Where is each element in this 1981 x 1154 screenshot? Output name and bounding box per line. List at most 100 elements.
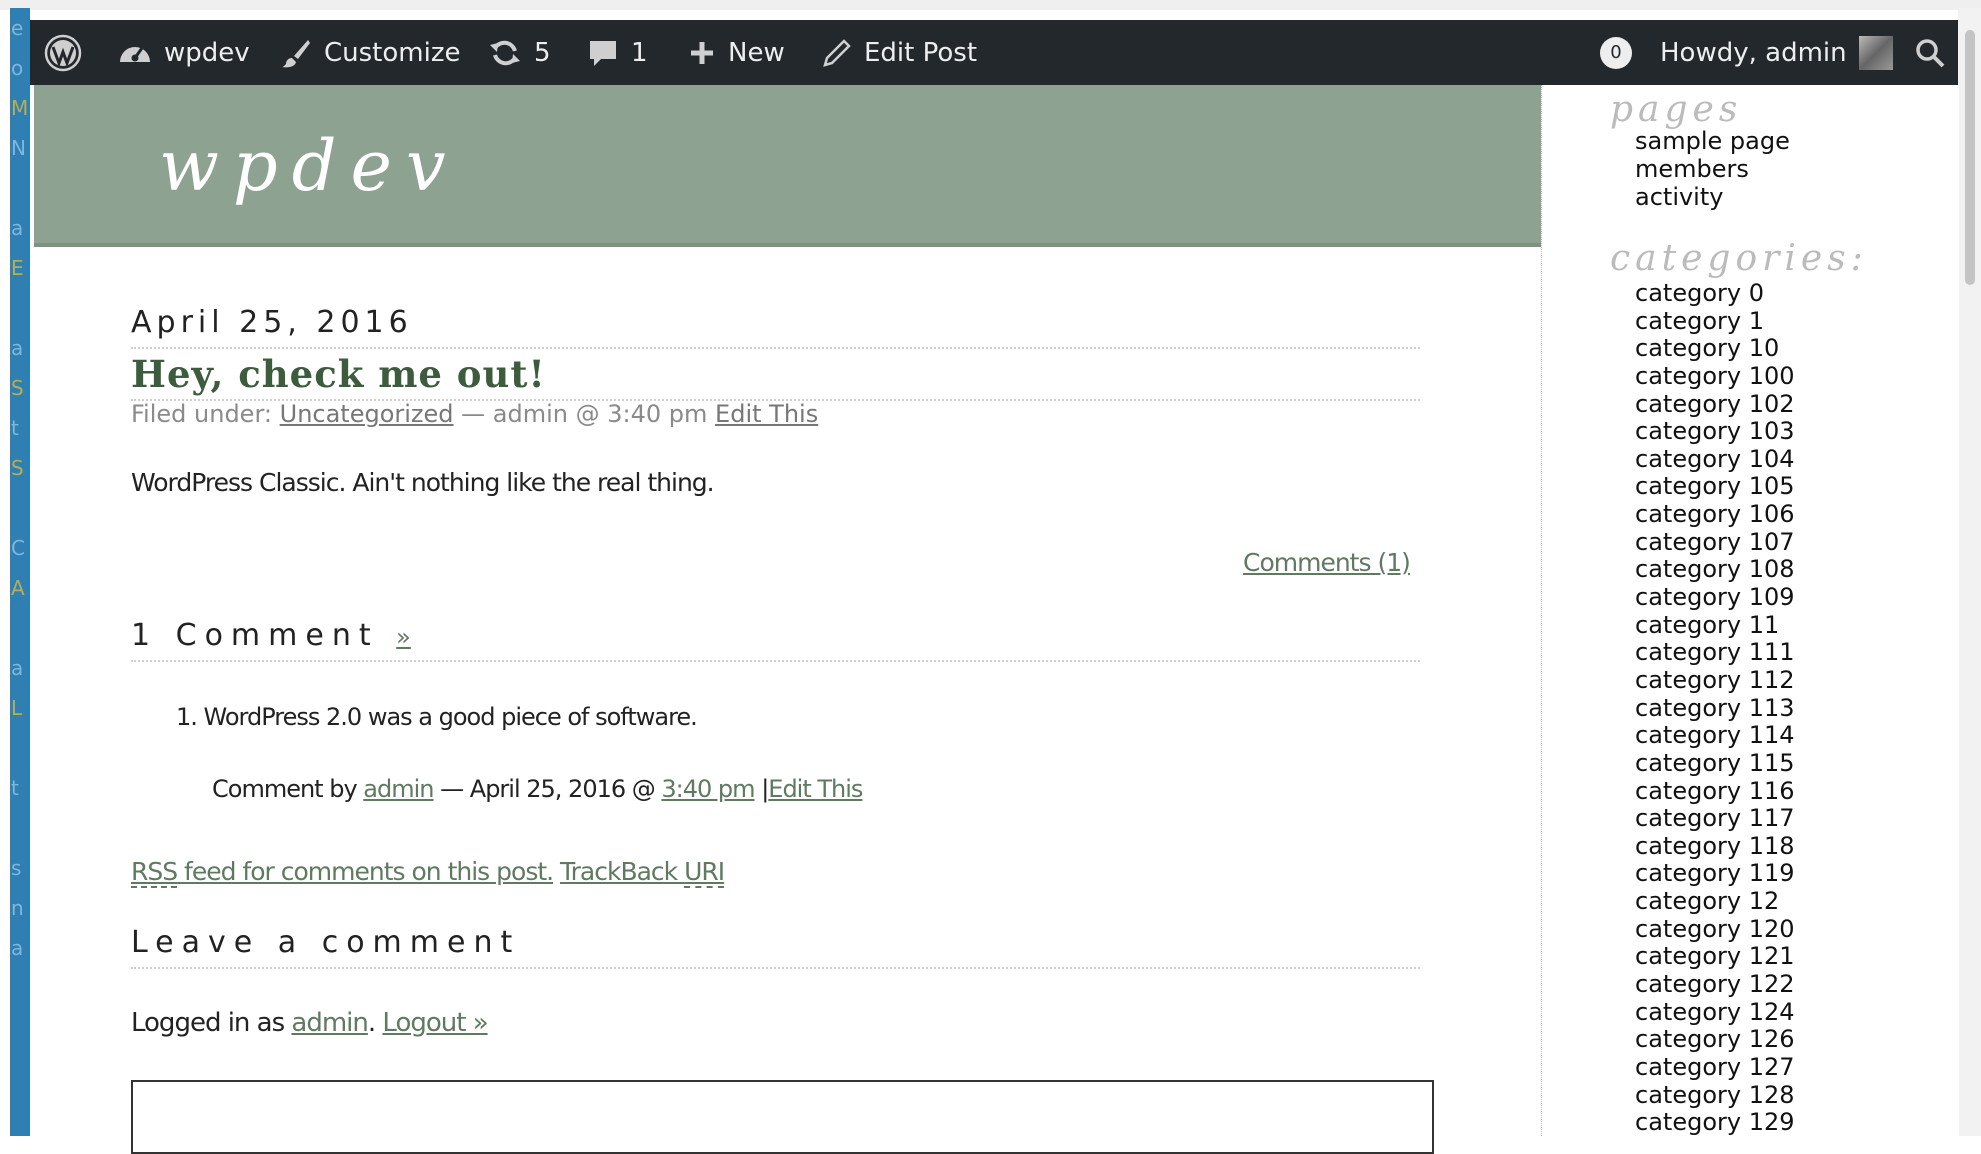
post-content: WordPress Classic. Ain't nothing like th… bbox=[131, 468, 715, 497]
category-link[interactable]: category 114 bbox=[1635, 722, 1795, 750]
category-link[interactable]: category 1 bbox=[1635, 307, 1795, 336]
notification-badge: 0 bbox=[1600, 36, 1632, 69]
post-meta: Filed under: Uncategorized — admin @ 3:4… bbox=[131, 400, 818, 428]
edit-post-link[interactable]: Edit This bbox=[715, 400, 818, 428]
comments-heading-text: 1 Comment bbox=[131, 618, 379, 653]
site-name-label: wpdev bbox=[164, 37, 250, 68]
rss-abbr: RSS bbox=[131, 857, 178, 888]
category-link[interactable]: category 10 bbox=[1635, 335, 1795, 363]
customize-menu[interactable]: Customize bbox=[280, 20, 460, 85]
comments-menu[interactable]: 1 bbox=[587, 20, 648, 85]
pages-list: sample page members activity bbox=[1635, 127, 1790, 211]
comment-time-link[interactable]: 3:40 pm bbox=[661, 775, 755, 803]
filed-under-label: Filed under: bbox=[131, 400, 272, 428]
brush-icon bbox=[282, 39, 310, 67]
page-scrollbar[interactable] bbox=[1958, 8, 1981, 1136]
post-title[interactable]: Hey, check me out! bbox=[131, 352, 546, 396]
leave-comment-heading: Leave a comment bbox=[131, 925, 521, 960]
category-link[interactable]: Uncategorized bbox=[280, 400, 454, 428]
respond-divider bbox=[131, 967, 1420, 969]
comments-count: 1 bbox=[631, 37, 648, 68]
category-link[interactable]: category 112 bbox=[1635, 667, 1795, 695]
category-link[interactable]: category 126 bbox=[1635, 1026, 1795, 1054]
pencil-icon bbox=[823, 38, 851, 67]
categories-list: category 0 category 1 category 10 category … bbox=[1635, 280, 1795, 1136]
site-name-menu[interactable]: wpdev bbox=[118, 20, 250, 85]
notifications-menu[interactable]: 0 bbox=[1600, 20, 1632, 85]
comment-author-link[interactable]: admin bbox=[363, 775, 434, 803]
category-link[interactable]: category 127 bbox=[1635, 1054, 1795, 1082]
admin-bar: wpdev Customize 5 1 New Edit Post 0 Howd… bbox=[30, 20, 1958, 85]
category-link[interactable]: category 108 bbox=[1635, 556, 1795, 584]
avatar bbox=[1858, 35, 1893, 70]
post-byline: — admin @ 3:40 pm bbox=[461, 400, 708, 428]
comments-link-text[interactable]: Comments (1) bbox=[1243, 548, 1411, 577]
comment-bubble-icon bbox=[590, 40, 616, 66]
category-link[interactable]: category 124 bbox=[1635, 998, 1795, 1027]
background-window-strip: eoMN aE aStS CA aL t sna bbox=[10, 8, 30, 1136]
scrollbar-thumb[interactable] bbox=[1965, 30, 1975, 285]
category-link[interactable]: category 106 bbox=[1635, 501, 1795, 529]
categories-heading: categories: bbox=[1610, 238, 1868, 279]
category-link[interactable]: category 115 bbox=[1635, 750, 1795, 778]
logged-in-label: Logged in as bbox=[131, 1008, 285, 1038]
category-link[interactable]: category 109 bbox=[1635, 584, 1795, 612]
category-link[interactable]: category 120 bbox=[1635, 915, 1795, 944]
comment-textarea[interactable] bbox=[131, 1080, 1434, 1154]
logged-in-line: Logged in as admin. Logout » bbox=[131, 1008, 489, 1038]
my-account-menu[interactable]: Howdy, admin bbox=[1660, 20, 1893, 85]
wordpress-logo-menu[interactable] bbox=[44, 20, 82, 85]
category-link[interactable]: category 11 bbox=[1635, 611, 1795, 640]
category-link[interactable]: category 111 bbox=[1635, 639, 1795, 667]
category-link[interactable]: category 121 bbox=[1635, 943, 1795, 971]
comment-date: — April 25, 2016 @ bbox=[440, 775, 656, 803]
comment-number: 1. bbox=[176, 703, 198, 731]
site-title[interactable]: wpdev bbox=[159, 125, 460, 207]
comments-rss-link[interactable]: RSS feed for comments on this post. bbox=[131, 857, 554, 888]
updates-count: 5 bbox=[534, 37, 551, 68]
trackback-link[interactable]: TrackBack URI bbox=[560, 857, 725, 888]
category-link[interactable]: category 118 bbox=[1635, 832, 1795, 861]
category-link[interactable]: category 100 bbox=[1635, 363, 1795, 391]
category-link[interactable]: category 117 bbox=[1635, 805, 1795, 833]
window-top-edge bbox=[0, 0, 1981, 10]
date-divider bbox=[131, 347, 1420, 349]
page-link[interactable]: members bbox=[1635, 155, 1790, 183]
category-link[interactable]: category 12 bbox=[1635, 888, 1795, 916]
category-link[interactable]: category 105 bbox=[1635, 473, 1795, 501]
category-link[interactable]: category 128 bbox=[1635, 1081, 1795, 1110]
comment-meta: Comment by admin — April 25, 2016 @ 3:40… bbox=[212, 775, 863, 803]
logout-link[interactable]: Logout » bbox=[382, 1008, 488, 1038]
customize-label: Customize bbox=[324, 37, 461, 68]
category-link[interactable]: category 0 bbox=[1635, 280, 1795, 308]
category-link[interactable]: category 116 bbox=[1635, 777, 1795, 806]
new-content-menu[interactable]: New bbox=[688, 20, 785, 85]
category-link[interactable]: category 104 bbox=[1635, 446, 1795, 474]
category-link[interactable]: category 113 bbox=[1635, 694, 1795, 723]
rss-link-text: feed for comments on this post. bbox=[177, 857, 554, 886]
updates-menu[interactable]: 5 bbox=[488, 20, 551, 85]
comment-by-label: Comment by bbox=[212, 775, 358, 803]
howdy-label: Howdy, admin bbox=[1660, 37, 1847, 68]
comment-edit-link[interactable]: Edit This bbox=[768, 775, 863, 803]
comments-link[interactable]: Comments (1) bbox=[1243, 548, 1411, 577]
edit-post-menu[interactable]: Edit Post bbox=[822, 20, 977, 85]
category-link[interactable]: category 103 bbox=[1635, 418, 1795, 446]
site-header: wpdev bbox=[34, 85, 1542, 247]
category-link[interactable]: category 129 bbox=[1635, 1109, 1795, 1136]
updates-icon bbox=[490, 40, 520, 65]
page-link[interactable]: activity bbox=[1635, 183, 1790, 211]
category-link[interactable]: category 102 bbox=[1635, 390, 1795, 419]
comments-feed-link[interactable]: » bbox=[396, 623, 411, 651]
page-link[interactable]: sample page bbox=[1635, 127, 1790, 155]
trackback-text: TrackBack bbox=[560, 857, 685, 886]
search-toggle[interactable] bbox=[1914, 20, 1946, 85]
category-link[interactable]: category 119 bbox=[1635, 860, 1795, 888]
category-link[interactable]: category 107 bbox=[1635, 528, 1795, 557]
new-label: New bbox=[728, 37, 785, 68]
profile-link[interactable]: admin bbox=[291, 1008, 368, 1038]
pages-heading: pages bbox=[1610, 89, 1743, 130]
logged-in-dot: . bbox=[367, 1008, 376, 1038]
category-link[interactable]: category 122 bbox=[1635, 971, 1795, 999]
edit-post-label: Edit Post bbox=[864, 37, 978, 68]
